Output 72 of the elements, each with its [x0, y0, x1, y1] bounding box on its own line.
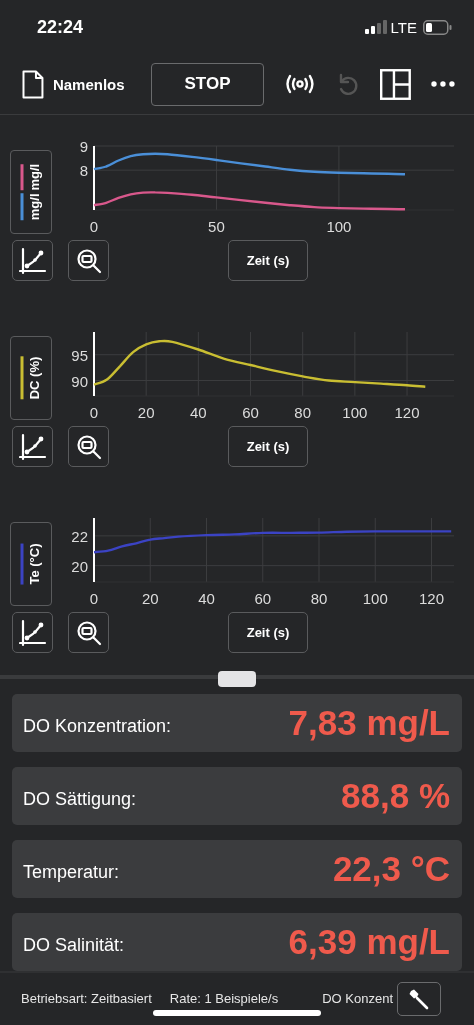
zoom-button[interactable]: [68, 612, 109, 654]
reading-label: DO Sättigung:: [23, 789, 137, 811]
x-tick-label: 20: [137, 404, 155, 422]
network-label: LTE: [390, 18, 417, 36]
broadcast-icon[interactable]: [284, 73, 317, 96]
sensor-label: DO Konzent: [322, 991, 393, 1007]
document-icon[interactable]: [22, 69, 44, 99]
y-tick-label: 20: [71, 557, 88, 575]
x-tick-label: 40: [198, 590, 215, 608]
x-tick-label: 60: [242, 404, 259, 422]
legend-label: mg/l: [27, 163, 42, 191]
reading-label: Temperatur:: [23, 862, 120, 884]
x-tick-label: 60: [254, 590, 272, 608]
y-axis: [93, 331, 95, 398]
x-tick-label: 100: [342, 404, 368, 422]
legend-box[interactable]: DC (%): [10, 336, 52, 421]
x-axis-button[interactable]: Zeit (s): [228, 612, 308, 654]
zoom-icon: [75, 247, 102, 274]
graph-tool-button[interactable]: [12, 240, 53, 282]
wrench-icon: [408, 987, 430, 1010]
tools-button[interactable]: [397, 981, 441, 1016]
legend-label: DC (%): [27, 356, 42, 400]
x-tick-label: 100: [326, 218, 352, 236]
legend-label: Te (°C): [27, 543, 42, 585]
x-tick-label: 0: [89, 404, 99, 422]
line-graph-icon: [18, 246, 47, 275]
x-tick-label: 80: [294, 404, 312, 422]
y-tick-label: 8: [79, 162, 88, 180]
y-tick-label: 95: [71, 346, 88, 364]
layout-icon[interactable]: [380, 68, 412, 100]
y-tick-label: 90: [71, 372, 88, 390]
x-tick-label: 100: [362, 590, 388, 608]
reading-value: 6,39 mg/L: [288, 921, 450, 962]
x-tick-label: 40: [190, 404, 207, 422]
graph-tool-button[interactable]: [12, 612, 53, 654]
reading-label: DO Salinität:: [23, 935, 125, 957]
x-tick-label: 120: [394, 404, 420, 422]
x-tick-label: 50: [208, 218, 225, 236]
zoom-icon: [75, 433, 102, 460]
clock-time: 22:24: [37, 16, 84, 38]
battery-icon: [423, 19, 452, 35]
more-icon[interactable]: [431, 81, 455, 88]
zoom-button[interactable]: [68, 240, 109, 282]
reading-value: 7,83 mg/L: [288, 702, 450, 743]
document-title[interactable]: Namenlos: [52, 75, 125, 93]
stop-button[interactable]: STOP: [150, 62, 265, 106]
zoom-icon: [75, 619, 102, 646]
rate-label: Rate: 1 Beispiele/s: [169, 991, 279, 1007]
legend-box[interactable]: Te (°C): [10, 522, 52, 607]
legend-box[interactable]: mg/l mg/l: [10, 150, 52, 235]
graph-tool-button[interactable]: [12, 426, 53, 468]
y-axis: [93, 517, 95, 584]
y-axis: [93, 145, 95, 212]
zoom-button[interactable]: [68, 426, 109, 468]
legend-label: mg/l: [27, 193, 42, 221]
mode-label: Betriebsart: Zeitbasiert: [21, 991, 152, 1007]
reading-value: 88,8 %: [341, 775, 450, 816]
x-tick-label: 120: [419, 590, 444, 608]
signal-icon: [364, 20, 387, 35]
x-tick-label: 80: [310, 590, 328, 608]
y-tick-label: 22: [71, 527, 88, 545]
x-tick-label: 0: [89, 218, 99, 236]
line-graph-icon: [18, 618, 47, 647]
x-axis-button[interactable]: Zeit (s): [228, 426, 308, 468]
reading-value: 22,3 °C: [332, 848, 450, 889]
x-tick-label: 20: [141, 590, 159, 608]
resize-handle[interactable]: [218, 671, 256, 688]
reading-label: DO Konzentration:: [23, 716, 172, 738]
y-tick-label: 9: [79, 138, 88, 156]
line-graph-icon: [18, 432, 47, 461]
x-tick-label: 0: [89, 590, 99, 608]
x-axis-button[interactable]: Zeit (s): [228, 240, 308, 282]
